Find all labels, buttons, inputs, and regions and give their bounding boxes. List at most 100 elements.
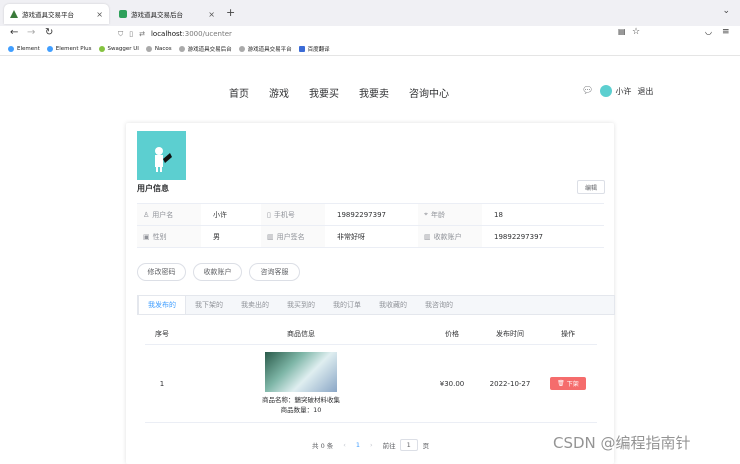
globe-icon	[238, 46, 245, 52]
office-icon: ▥	[424, 232, 431, 241]
bookmark-star-icon[interactable]: ☆	[632, 27, 640, 37]
nav-sell[interactable]: 我要卖	[359, 85, 389, 100]
table-row: 1 商品名称：魑突破材料收集 商品数量：10 ¥30.00 2022-10-27…	[145, 345, 597, 423]
label-age: ⌖ 年龄	[418, 204, 482, 225]
tab-list-chevron-icon[interactable]: ⌄	[722, 6, 730, 16]
tab-removed[interactable]: 我下架的	[186, 296, 232, 314]
new-tab-icon[interactable]: +	[226, 6, 235, 19]
forward-arrow-icon[interactable]: →	[27, 27, 35, 38]
chat-icon[interactable]: 💬︎	[582, 86, 593, 96]
action-cell: 🗑︎ 下架	[539, 345, 597, 422]
tab-title: 游戏道具交易后台	[131, 11, 183, 19]
watermark: CSDN @编程指南针	[553, 434, 691, 452]
url-host: localhost	[150, 30, 183, 38]
header-action: 操作	[561, 329, 575, 338]
bookmark-element-plus[interactable]: Element Plus	[46, 46, 92, 52]
nav-buy[interactable]: 我要买	[309, 85, 339, 100]
take-down-button[interactable]: 🗑︎ 下架	[550, 377, 586, 390]
close-tab-icon[interactable]: ×	[208, 10, 215, 19]
value-username: 小许	[213, 210, 227, 219]
browser-tab-platform[interactable]: 游戏道具交易平台 ×	[4, 4, 109, 24]
address-bar[interactable]: ⛉ ▯ ⇄ localhost:3000/ucenter	[118, 26, 648, 42]
reader-view-icon[interactable]: ▤	[618, 27, 626, 36]
label-account: ▥ 收款账户	[418, 226, 482, 247]
header-index: 序号	[155, 329, 169, 338]
profile-actions: 修改密码 收款账户 咨询客服	[137, 263, 307, 281]
nav-home[interactable]: 首页	[229, 85, 249, 100]
goods-qty: 商品数量：10	[280, 406, 322, 414]
pagination-total: 共 0 条	[312, 442, 334, 450]
tab-sold[interactable]: 我卖出的	[232, 296, 278, 314]
avatar-figure-icon	[155, 147, 172, 172]
browser-tab-admin[interactable]: 游戏道具交易后台 ×	[113, 4, 221, 24]
value-signature: 非常好呀	[337, 232, 365, 241]
goods-date: 2022-10-27	[489, 379, 531, 388]
payment-account-button[interactable]: 收款账户	[193, 263, 242, 281]
profile-avatar	[137, 131, 186, 180]
admin-favicon-icon	[119, 10, 127, 18]
label-username: ♙ 用户名	[137, 204, 201, 225]
menu-icon[interactable]: ≡	[722, 27, 730, 37]
office-icon: ▥	[267, 232, 274, 241]
reload-icon[interactable]: ↻	[45, 27, 53, 38]
bookmark-nacos[interactable]: Nacos	[145, 46, 172, 52]
bookmark-element[interactable]: Element	[8, 46, 40, 52]
goods-info: 商品名称：魑突破材料收集 商品数量：10	[179, 345, 423, 422]
site-nav: 首页 游戏 我要买 我要卖 咨询中心	[229, 85, 469, 100]
globe-icon	[145, 46, 152, 52]
page-unit-label: 页	[422, 442, 430, 450]
tab-bought[interactable]: 我买到的	[278, 296, 324, 314]
back-arrow-icon[interactable]: ←	[10, 27, 18, 38]
globe-icon	[178, 46, 185, 52]
label-phone: ▯ 手机号	[261, 204, 325, 225]
bookmark-swagger[interactable]: Swagger UI	[98, 46, 139, 52]
value-phone: 19892297397	[337, 210, 386, 219]
profile-row: ♙ 用户名 小许 ▯ 手机号 19892297397 ⌖ 年龄 18	[137, 204, 604, 226]
label-signature: ▥ 用户签名	[261, 226, 325, 247]
avatar[interactable]	[600, 85, 613, 97]
nav-consult[interactable]: 咨询中心	[409, 85, 449, 100]
site-favicon-icon	[10, 10, 18, 18]
goto-label: 前往	[382, 442, 396, 450]
nav-games[interactable]: 游戏	[269, 85, 289, 100]
pocket-icon[interactable]: ◡	[705, 27, 712, 36]
tab-favorites[interactable]: 我收藏的	[370, 296, 416, 314]
next-page-icon[interactable]: ›	[370, 441, 373, 449]
translate-icon	[298, 46, 305, 52]
change-password-button[interactable]: 修改密码	[137, 263, 186, 281]
header-price: 价格	[445, 329, 459, 338]
row-index: 1	[159, 379, 165, 388]
shield-icon: ⛉	[118, 29, 124, 38]
edit-button[interactable]: 编辑	[577, 180, 605, 194]
goto-page-input[interactable]: 1	[399, 439, 418, 451]
value-age: 18	[494, 210, 503, 219]
trash-icon: 🗑︎	[557, 380, 565, 387]
goods-table: 序号 商品信息 价格 发布时间 操作 1 商品名称：魑突破材料收集 商品数量：1…	[145, 323, 597, 423]
logout-link[interactable]: 退出	[637, 86, 653, 97]
value-gender: 男	[213, 232, 220, 241]
page-number[interactable]: 1	[356, 441, 360, 449]
tab-orders[interactable]: 我的订单	[324, 296, 370, 314]
username[interactable]: 小许	[615, 86, 631, 97]
element-plus-icon	[46, 46, 53, 52]
phone-icon: ▯	[267, 210, 271, 219]
header-goods: 商品信息	[287, 329, 315, 338]
bookmark-baidu-translate[interactable]: 百度翻译	[298, 45, 330, 53]
tab-consults[interactable]: 我咨询的	[416, 296, 462, 314]
prev-page-icon[interactable]: ‹	[343, 441, 346, 449]
tab-published[interactable]: 我发布的	[138, 296, 186, 314]
location-icon: ⌖	[424, 210, 428, 218]
goods-price: ¥30.00	[439, 379, 465, 388]
value-account: 19892297397	[494, 232, 543, 241]
close-tab-icon[interactable]: ×	[96, 10, 103, 19]
bookmark-platform[interactable]: 游戏道具交易平台	[238, 45, 292, 53]
gender-icon: ▣	[143, 232, 150, 241]
user-center-card: 用户信息 编辑 ♙ 用户名 小许 ▯ 手机号 19892297397 ⌖ 年龄 18 …	[126, 123, 615, 464]
permissions-icon: ⇄	[139, 30, 145, 38]
bookmark-admin[interactable]: 游戏道具交易后台	[178, 45, 232, 53]
label-gender: ▣ 性别	[137, 226, 201, 247]
profile-descriptions: ♙ 用户名 小许 ▯ 手机号 19892297397 ⌖ 年龄 18 ▣ 性别 男 ▥ 用…	[137, 203, 604, 248]
profile-row: ▣ 性别 男 ▥ 用户签名 非常好呀 ▥ 收款账户 19892297397	[137, 226, 604, 248]
page-icon: ▯	[129, 30, 134, 38]
contact-service-button[interactable]: 咨询客服	[249, 263, 300, 281]
